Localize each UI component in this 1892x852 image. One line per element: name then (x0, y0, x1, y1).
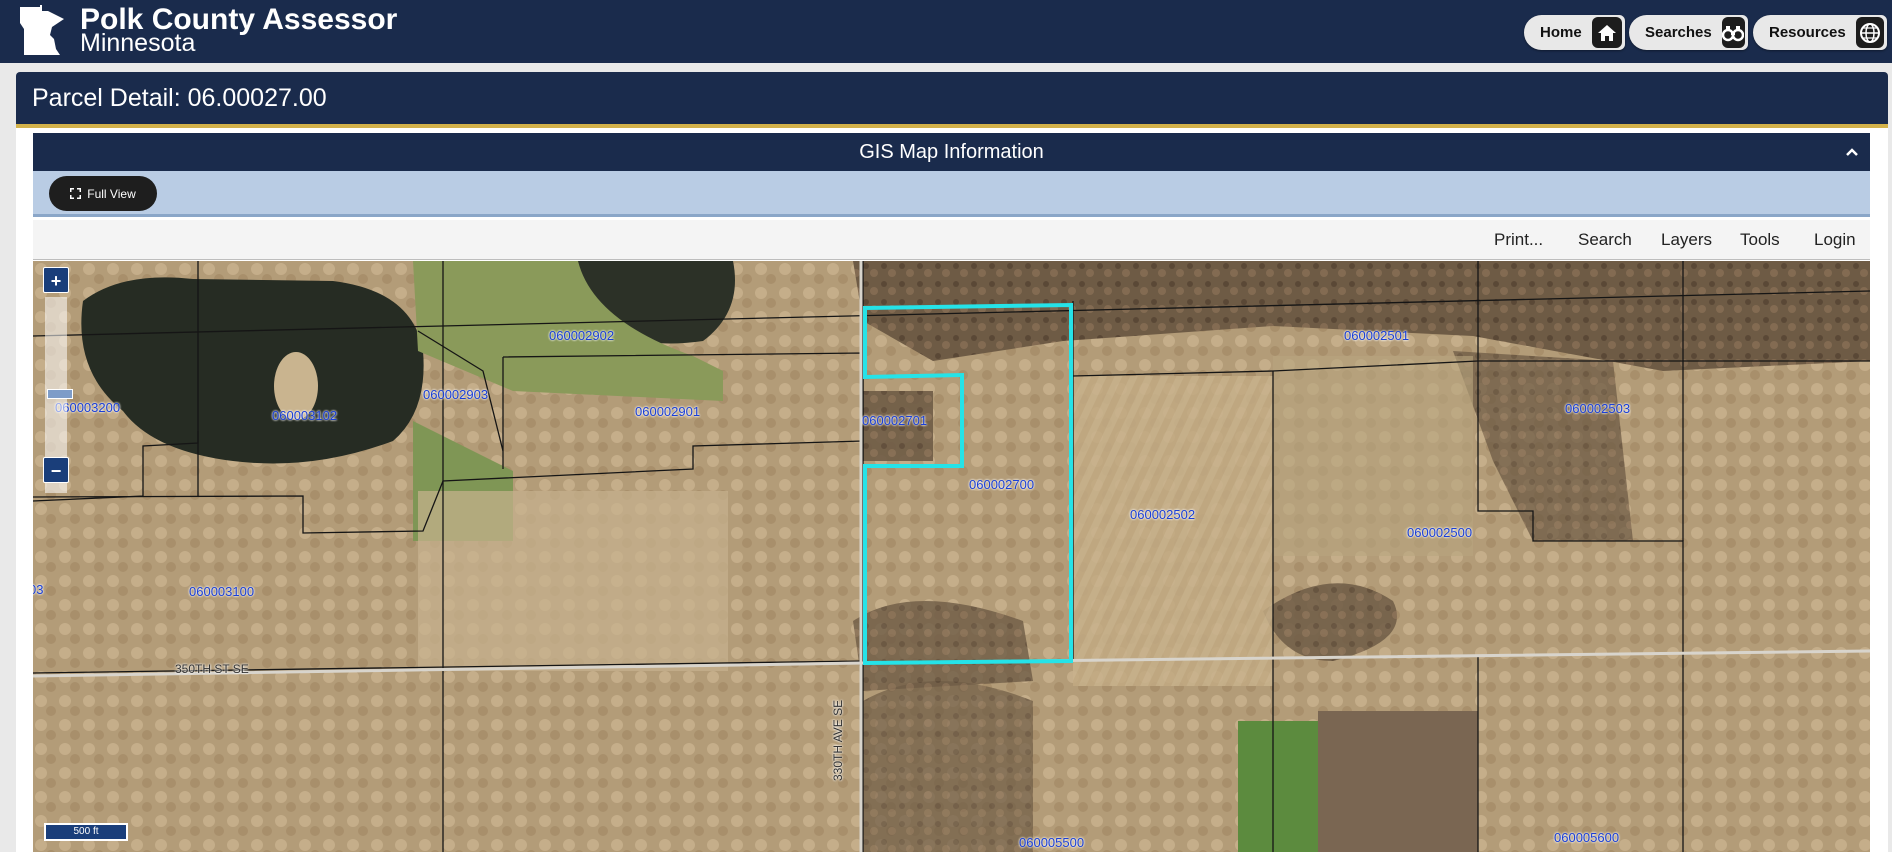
searches-button-label: Searches (1645, 24, 1712, 41)
parcel-label[interactable]: 060002701 (862, 413, 927, 428)
layers-menu-item[interactable]: Layers (1661, 220, 1712, 260)
resources-button-label: Resources (1769, 24, 1846, 41)
login-menu-item[interactable]: Login (1814, 220, 1856, 260)
expand-icon (70, 188, 82, 199)
top-header: Polk County Assessor Minnesota Home Sear… (0, 0, 1892, 63)
road-label: 330TH AVE SE (831, 699, 845, 781)
parcel-label[interactable]: 060005600 (1554, 830, 1619, 845)
gis-map[interactable]: 060002902 060003200 060003102 060002903 … (33, 261, 1870, 852)
parcel-label[interactable]: 060003100 (189, 584, 254, 599)
minnesota-logo-icon[interactable] (18, 5, 66, 57)
parcel-title: Parcel Detail: 06.00027.00 (32, 84, 327, 112)
home-button-label: Home (1540, 24, 1582, 41)
scale-bar: 500 ft (44, 823, 128, 841)
parcel-label[interactable]: 060002502 (1130, 507, 1195, 522)
parcel-label[interactable]: 060002903 (423, 387, 488, 402)
home-icon (1591, 17, 1622, 48)
zoom-out-button[interactable]: − (43, 457, 69, 483)
search-menu-item[interactable]: Search (1578, 220, 1632, 260)
print-menu-item[interactable]: Print... (1494, 220, 1543, 260)
parcel-label[interactable]: 060003102 (272, 408, 337, 423)
zoom-control: + − (41, 267, 73, 527)
binoculars-icon (1721, 17, 1745, 48)
parcel-label[interactable]: 060002503 (1565, 401, 1630, 416)
parcel-label[interactable]: 03 (33, 582, 43, 597)
resources-button[interactable]: Resources (1753, 15, 1887, 50)
parcel-label[interactable]: 060002501 (1344, 328, 1409, 343)
parcel-label[interactable]: 060002700 (969, 477, 1034, 492)
searches-button[interactable]: Searches (1629, 15, 1748, 50)
parcel-label[interactable]: 060002902 (549, 328, 614, 343)
parcel-detail-header: Parcel Detail: 06.00027.00 (16, 72, 1888, 128)
parcel-label[interactable]: 060002500 (1407, 525, 1472, 540)
globe-icon (1855, 17, 1884, 48)
zoom-in-button[interactable]: + (43, 267, 69, 293)
full-view-label: Full View (87, 186, 136, 201)
parcel-label[interactable]: 060002901 (635, 404, 700, 419)
chevron-up-icon[interactable] (1844, 144, 1860, 160)
gis-panel-title: GIS Map Information (859, 141, 1044, 163)
home-button[interactable]: Home (1524, 15, 1625, 50)
road-label: 350TH ST SE (175, 662, 249, 676)
zoom-slider-thumb[interactable] (47, 389, 73, 399)
aerial-imagery (33, 261, 1870, 852)
map-menu-bar: Print... Search Layers Tools Login (33, 220, 1870, 260)
tools-menu-item[interactable]: Tools (1740, 220, 1780, 260)
full-view-button[interactable]: Full View (49, 176, 157, 211)
parcel-label[interactable]: 060005500 (1019, 835, 1084, 850)
site-subtitle: Minnesota (80, 29, 196, 57)
gis-panel-header[interactable]: GIS Map Information (33, 133, 1870, 171)
gis-toolbar: Full View (33, 171, 1870, 217)
